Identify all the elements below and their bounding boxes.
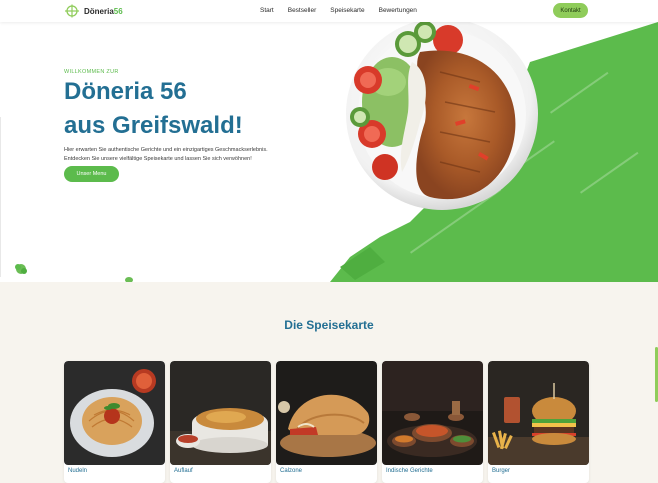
menu-card-indische-gerichte[interactable]: Indische Gerichte	[382, 361, 483, 483]
card-label: Indische Gerichte	[386, 468, 433, 474]
burger-image	[488, 361, 589, 465]
main-menu: Start Bestseller Speisekarte Bewertungen	[260, 7, 417, 14]
calzone-image	[276, 361, 377, 465]
logo-icon	[65, 4, 79, 18]
menu-card-nudeln[interactable]: Nudeln	[64, 361, 165, 483]
nav-link-speisekarte[interactable]: Speisekarte	[330, 7, 364, 14]
card-label: Burger	[492, 468, 511, 474]
leaf-icon	[15, 264, 27, 274]
speisekarte-section: Die Speisekarte Nudeln Auflauf Calzone I…	[0, 282, 658, 483]
kontakt-button[interactable]: Kontakt	[553, 3, 588, 18]
pasta-image	[64, 361, 165, 465]
menu-card-burger[interactable]: Burger	[488, 361, 589, 483]
hero-title-line1: Döneria 56	[64, 78, 187, 105]
hero-doener-plate-image	[330, 22, 658, 282]
hero-title-line2: aus Greifswald!	[64, 112, 243, 139]
hero-lead-line1: Hier erwarten Sie authentische Gerichte …	[64, 147, 268, 153]
casserole-image	[170, 361, 271, 465]
nav-link-bewertungen[interactable]: Bewertungen	[379, 7, 417, 14]
divider	[0, 117, 1, 277]
hero-section: WILLKOMMEN ZUR Döneria 56 aus Greifswald…	[0, 22, 658, 282]
unser-menu-button[interactable]: Unser Menu	[64, 166, 119, 182]
nav-link-bestseller[interactable]: Bestseller	[288, 7, 317, 14]
top-navbar: Döneria56 Start Bestseller Speisekarte B…	[0, 0, 658, 22]
menu-card-auflauf[interactable]: Auflauf	[170, 361, 271, 483]
nav-link-start[interactable]: Start	[260, 7, 274, 14]
card-label: Nudeln	[68, 468, 88, 474]
card-label: Auflauf	[174, 468, 193, 474]
card-label: Calzone	[280, 468, 303, 474]
logo-text: Döneria56	[84, 6, 123, 16]
hero-lead: Hier erwarten Sie authentische Gerichte …	[64, 146, 314, 164]
hero-lead-line2: Entdecken Sie unsere vielfältige Speisek…	[64, 156, 252, 162]
menu-card-calzone[interactable]: Calzone	[276, 361, 377, 483]
indian-dishes-image	[382, 361, 483, 465]
logo[interactable]: Döneria56	[64, 4, 123, 18]
section-title: Die Speisekarte	[284, 318, 374, 332]
hero-eyebrow: WILLKOMMEN ZUR	[64, 69, 119, 75]
